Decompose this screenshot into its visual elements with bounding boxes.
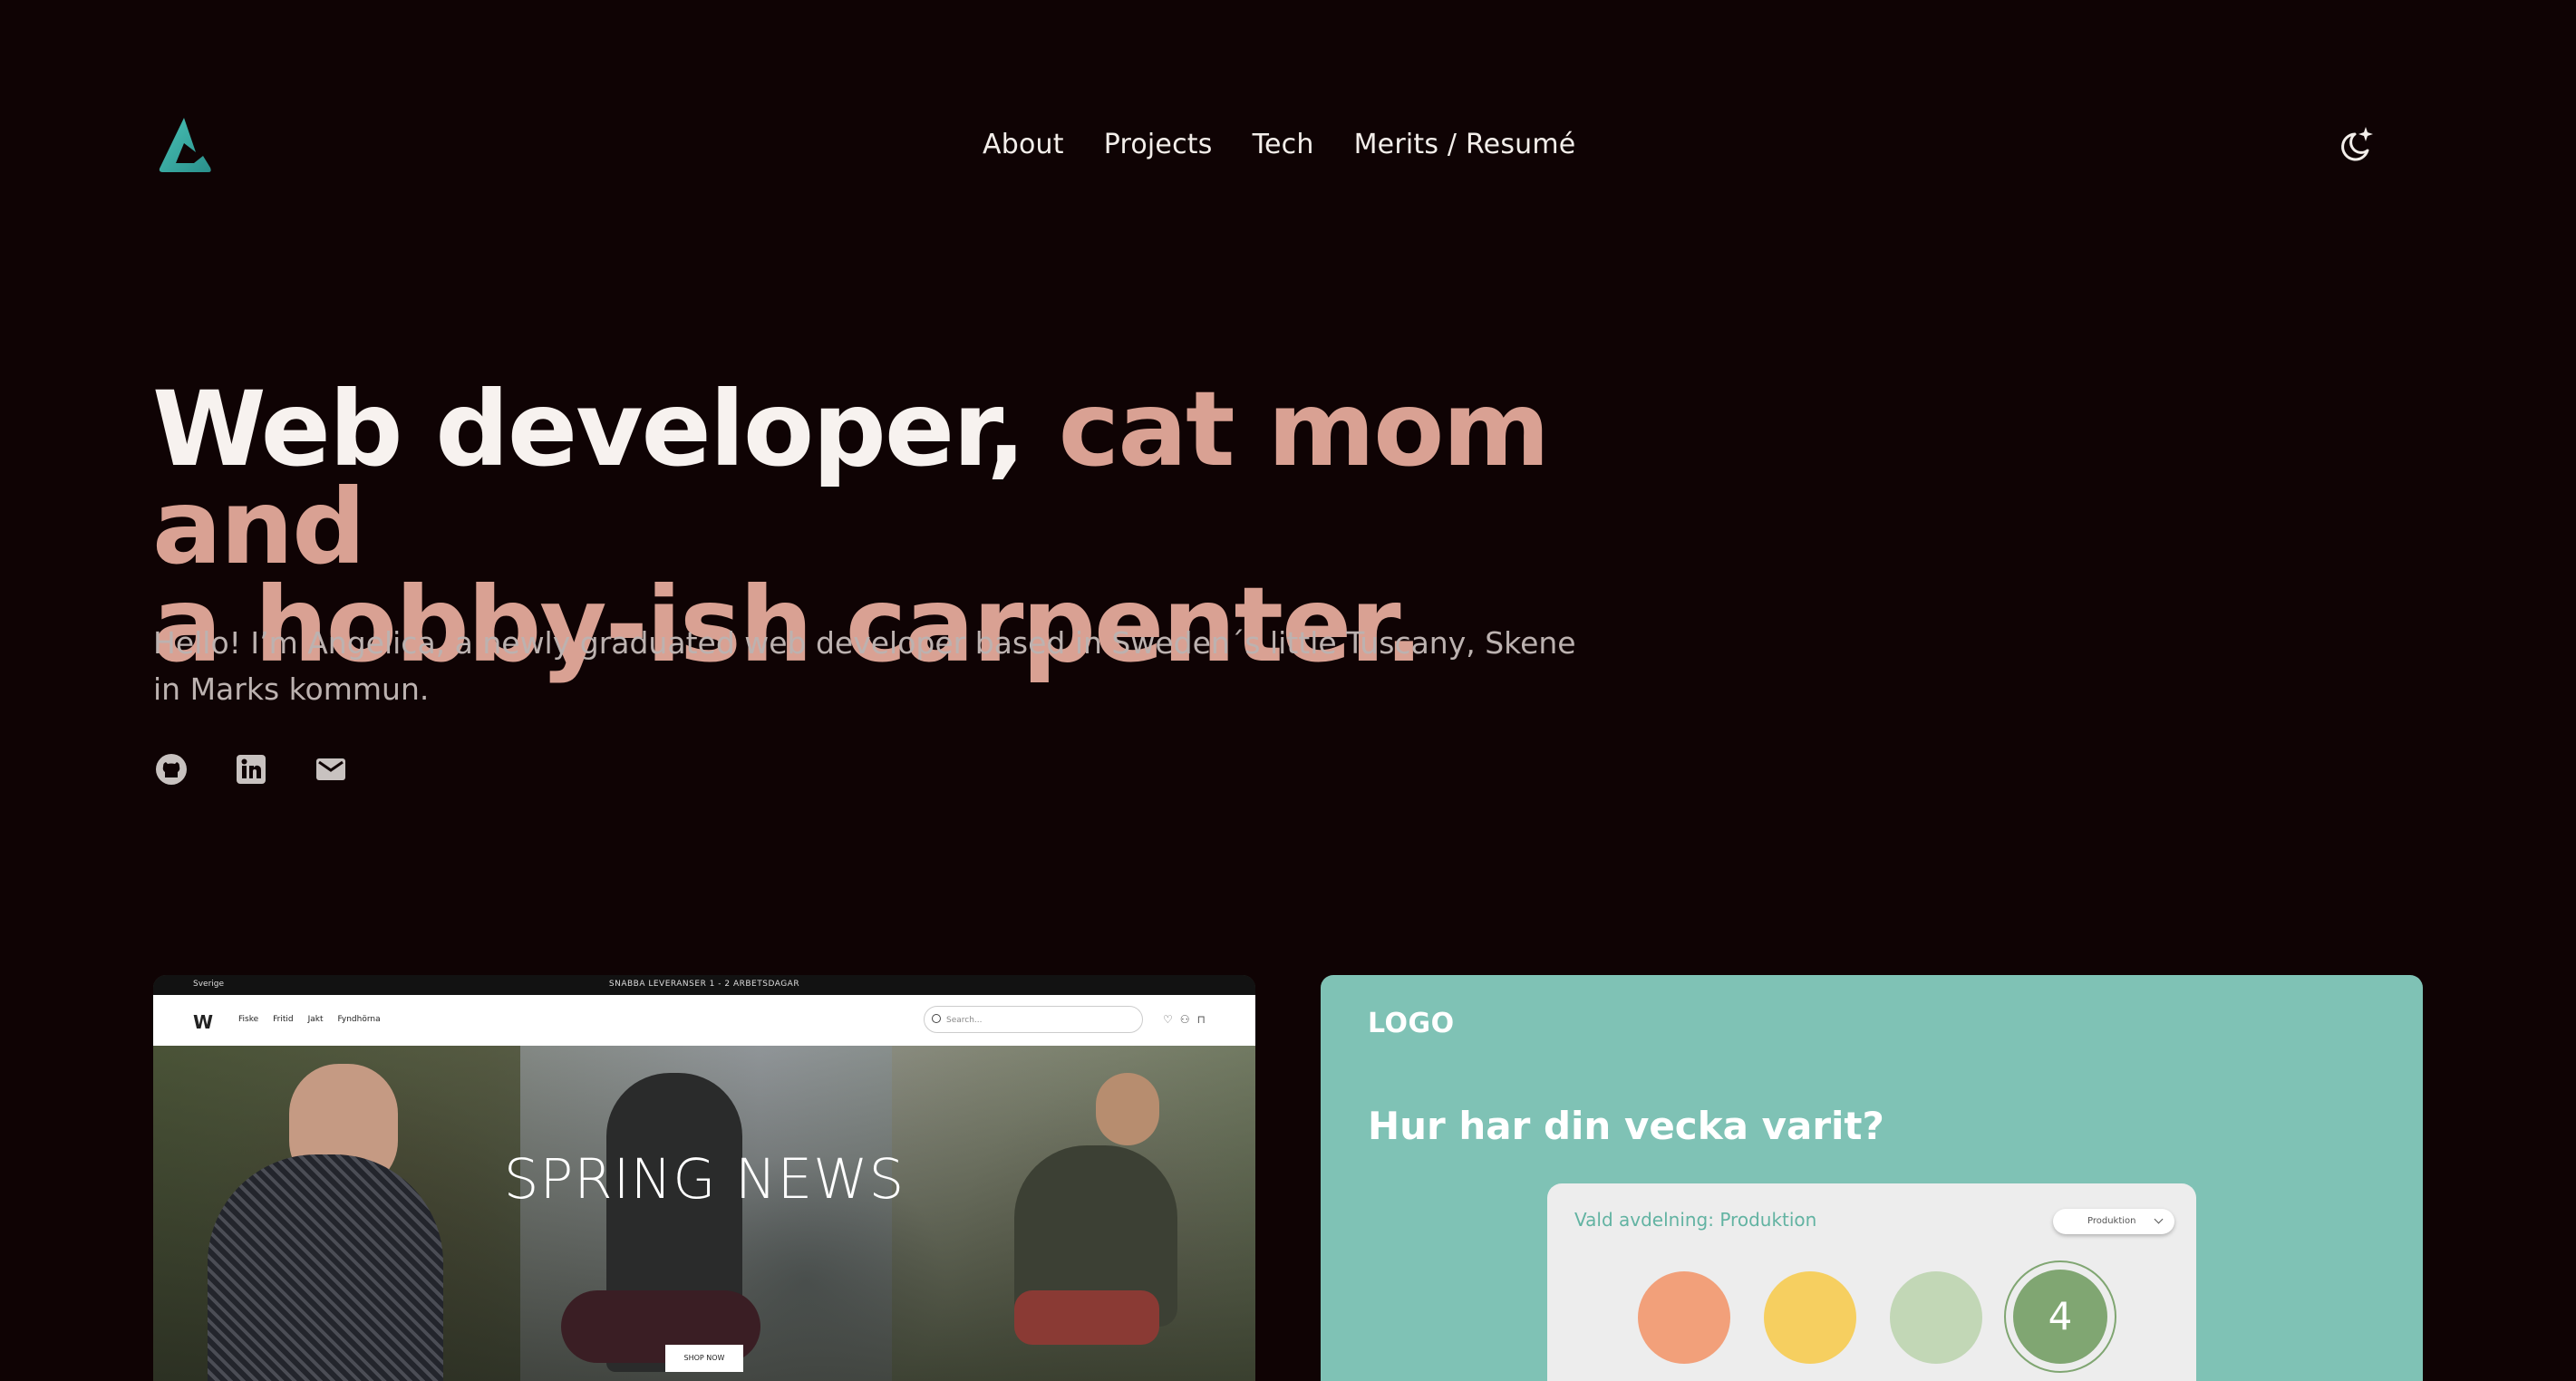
rating-option-4-selected: 4 bbox=[2004, 1260, 2116, 1373]
mail-icon[interactable] bbox=[314, 752, 348, 787]
shop-nav-item: Fritid bbox=[273, 1015, 294, 1024]
nav-tech[interactable]: Tech bbox=[1253, 129, 1314, 160]
shop-search: Search... bbox=[924, 1006, 1143, 1033]
rating-option-1 bbox=[1638, 1271, 1730, 1364]
hero-subtitle: Hello! I’m Angelica, a newly graduated w… bbox=[153, 625, 1576, 707]
survey-panel: Vald avdelning: Produktion Produktion 4 bbox=[1547, 1183, 2196, 1381]
theme-toggle-moon-icon[interactable] bbox=[2335, 125, 2377, 167]
rating-value: 4 bbox=[2013, 1270, 2107, 1364]
department-select: Produktion bbox=[2053, 1209, 2174, 1234]
search-icon bbox=[932, 1014, 941, 1023]
bag-icon: ⊓ bbox=[1196, 1013, 1206, 1026]
shop-nav-item: Fyndhörna bbox=[337, 1015, 381, 1024]
github-icon[interactable] bbox=[154, 752, 189, 787]
rating-option-3 bbox=[1890, 1271, 1982, 1364]
nav-about[interactable]: About bbox=[983, 129, 1064, 160]
shop-hero-title: SPRING NEWS bbox=[503, 1147, 905, 1212]
linkedin-icon[interactable] bbox=[234, 752, 268, 787]
shop-hero-image: SPRING NEWS SHOP NOW bbox=[153, 1046, 1255, 1381]
chevron-down-icon bbox=[2154, 1214, 2164, 1224]
shop-now-button: SHOP NOW bbox=[665, 1345, 743, 1372]
shop-nav-item: Fiske bbox=[238, 1015, 259, 1024]
shop-logo: W bbox=[193, 1011, 214, 1033]
rating-option-2 bbox=[1764, 1271, 1856, 1364]
survey-question: Hur har din vecka varit? bbox=[1368, 1104, 1884, 1148]
heart-icon: ♡ bbox=[1163, 1013, 1173, 1026]
shop-search-placeholder: Search... bbox=[946, 1016, 983, 1025]
shipping-banner: SNABBA LEVERANSER 1 - 2 ARBETSDAGAR bbox=[608, 980, 800, 989]
user-icon: ⚇ bbox=[1179, 1013, 1190, 1026]
shop-nav: Fiske Fritid Jakt Fyndhörna bbox=[238, 1015, 381, 1024]
nav-merits[interactable]: Merits / Resumé bbox=[1354, 129, 1576, 160]
announcement-bar: Sverige SNABBA LEVERANSER 1 - 2 ARBETSDA… bbox=[153, 975, 1255, 995]
department-select-value: Produktion bbox=[2087, 1216, 2136, 1226]
shop-header-icons: ♡ ⚇ ⊓ bbox=[1163, 1013, 1206, 1026]
shop-nav-item: Jakt bbox=[307, 1015, 324, 1024]
main-nav: About Projects Tech Merits / Resumé bbox=[983, 129, 1575, 160]
project-card-survey[interactable]: LOGO Hur har din vecka varit? Vald avdel… bbox=[1321, 975, 2423, 1381]
logo-icon[interactable] bbox=[156, 116, 212, 174]
project-card-webshop[interactable]: Sverige SNABBA LEVERANSER 1 - 2 ARBETSDA… bbox=[153, 975, 1255, 1381]
survey-logo: LOGO bbox=[1368, 1008, 1455, 1039]
department-label: Vald avdelning: Produktion bbox=[1574, 1209, 1817, 1231]
shop-header: W Fiske Fritid Jakt Fyndhörna Search... … bbox=[153, 995, 1255, 1046]
social-links bbox=[154, 752, 348, 787]
nav-projects[interactable]: Projects bbox=[1104, 129, 1213, 160]
